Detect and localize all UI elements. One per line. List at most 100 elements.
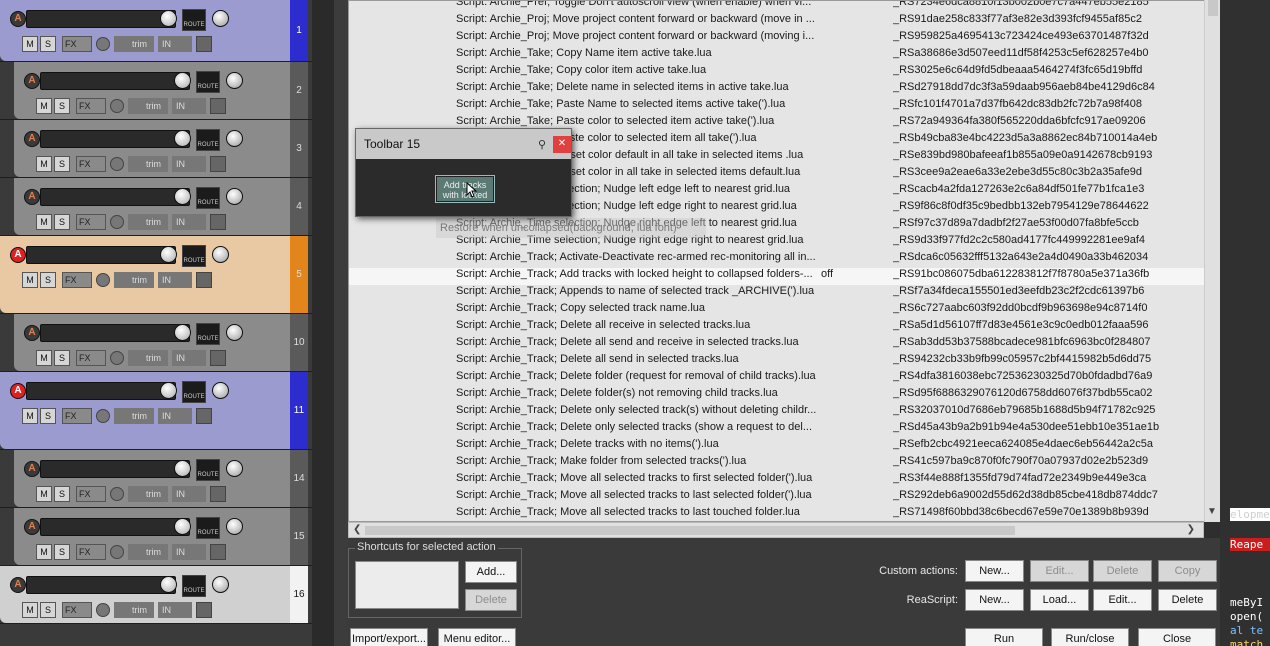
fx-button[interactable]: FX xyxy=(76,544,106,560)
route-button[interactable]: ROUTE xyxy=(182,381,206,403)
mute-button[interactable]: M xyxy=(22,408,38,424)
action-row[interactable]: Script: Archie_Track; Delete all receive… xyxy=(349,319,1205,336)
record-arm-button[interactable]: A xyxy=(24,461,40,477)
envelope-icon[interactable] xyxy=(210,486,226,502)
route-button[interactable]: ROUTE xyxy=(182,245,206,267)
vscroll-thumb[interactable] xyxy=(1208,0,1218,16)
shortcuts-list[interactable] xyxy=(355,561,459,609)
track-2[interactable]: A ROUTE M S FX trim IN 2 xyxy=(0,62,312,120)
track-name-field[interactable] xyxy=(40,324,190,342)
custom-new-button[interactable]: New... xyxy=(965,560,1024,582)
track-name-field[interactable] xyxy=(40,460,190,478)
input-button[interactable]: IN xyxy=(172,350,206,366)
action-row[interactable]: Script: Archie_Track; Add tracks with lo… xyxy=(349,268,1205,285)
menu-editor-button[interactable]: Menu editor... xyxy=(438,628,516,646)
track-10[interactable]: A ROUTE M S FX trim IN 10 xyxy=(0,314,312,372)
track-name-field[interactable] xyxy=(40,130,190,148)
track-1[interactable]: A ROUTE M S FX trim IN 1 xyxy=(0,0,312,62)
shortcut-add-button[interactable]: Add... xyxy=(465,561,517,583)
fx-button[interactable]: FX xyxy=(76,214,106,230)
input-button[interactable]: IN xyxy=(172,486,206,502)
shortcut-delete-button[interactable]: Delete xyxy=(465,589,517,611)
phase-icon[interactable] xyxy=(110,157,124,171)
envelope-icon[interactable] xyxy=(210,214,226,230)
phase-icon[interactable] xyxy=(96,409,110,423)
envelope-icon[interactable] xyxy=(196,408,212,424)
fx-button[interactable]: FX xyxy=(62,602,92,618)
envelope-icon[interactable] xyxy=(210,156,226,172)
add-tracks-locked-button[interactable]: Add tracks with locked xyxy=(435,175,495,203)
trim-button[interactable]: trim xyxy=(128,214,168,230)
solo-button[interactable]: S xyxy=(40,408,56,424)
volume-knob[interactable] xyxy=(160,382,177,399)
route-button[interactable]: ROUTE xyxy=(196,459,220,481)
phase-icon[interactable] xyxy=(110,99,124,113)
action-row[interactable]: Script: Archie_Track; Move all selected … xyxy=(349,506,1205,521)
action-row[interactable]: Script: Archie_Take; Paste Name to selec… xyxy=(349,98,1205,115)
track-15[interactable]: A ROUTE M S FX trim IN 15 xyxy=(0,508,312,566)
volume-knob[interactable] xyxy=(174,188,191,205)
action-row[interactable]: Script: Archie_Track; Move all selected … xyxy=(349,489,1205,506)
solo-button[interactable]: S xyxy=(54,544,70,560)
volume-knob[interactable] xyxy=(160,10,177,27)
volume-knob[interactable] xyxy=(174,460,191,477)
action-row[interactable]: Script: Archie_Track; Delete folder (req… xyxy=(349,370,1205,387)
run-close-button[interactable]: Run/close xyxy=(1051,628,1129,646)
track-3[interactable]: A ROUTE M S FX trim IN 3 xyxy=(0,120,312,178)
mute-button[interactable]: M xyxy=(22,272,38,288)
record-arm-button[interactable]: A xyxy=(10,577,26,593)
track-name-field[interactable] xyxy=(40,72,190,90)
action-row[interactable]: Script: Archie_Track; Delete all send in… xyxy=(349,353,1205,370)
pan-knob[interactable] xyxy=(212,246,229,263)
fx-button[interactable]: FX xyxy=(76,98,106,114)
action-row[interactable]: Script: Archie_Track; Make folder from s… xyxy=(349,455,1205,472)
input-button[interactable]: IN xyxy=(158,602,192,618)
route-button[interactable]: ROUTE xyxy=(182,575,206,597)
pin-icon[interactable]: ⚲ xyxy=(538,138,546,151)
custom-edit-button[interactable]: Edit... xyxy=(1030,560,1089,582)
close-button[interactable]: Close xyxy=(1138,628,1216,646)
track-14[interactable]: A ROUTE M S FX trim IN 14 xyxy=(0,450,312,508)
action-row[interactable]: Script: Archie_Track; Move all selected … xyxy=(349,472,1205,489)
solo-button[interactable]: S xyxy=(54,98,70,114)
solo-button[interactable]: S xyxy=(54,486,70,502)
input-button[interactable]: IN xyxy=(172,214,206,230)
trim-button[interactable]: trim xyxy=(114,272,154,288)
mute-button[interactable]: M xyxy=(36,156,52,172)
action-row[interactable]: Script: Archie_Take; Copy Name item acti… xyxy=(349,47,1205,64)
phase-icon[interactable] xyxy=(110,545,124,559)
route-button[interactable]: ROUTE xyxy=(196,517,220,539)
mute-button[interactable]: M xyxy=(36,486,52,502)
panel-splitter[interactable] xyxy=(334,0,348,646)
volume-knob[interactable] xyxy=(174,72,191,89)
mute-button[interactable]: M xyxy=(22,602,38,618)
phase-icon[interactable] xyxy=(96,37,110,51)
input-button[interactable]: IN xyxy=(158,36,192,52)
action-row[interactable]: Script: Archie_Proj; Move project conten… xyxy=(349,30,1205,47)
pan-knob[interactable] xyxy=(212,382,229,399)
mute-button[interactable]: M xyxy=(36,214,52,230)
pan-knob[interactable] xyxy=(226,324,243,341)
fx-button[interactable]: FX xyxy=(76,486,106,502)
record-arm-button[interactable]: A xyxy=(10,383,26,399)
custom-delete-button[interactable]: Delete xyxy=(1093,560,1152,582)
reascript-delete-button[interactable]: Delete xyxy=(1158,589,1217,611)
envelope-icon[interactable] xyxy=(196,36,212,52)
scroll-left-icon[interactable]: ❮ xyxy=(353,524,361,535)
volume-knob[interactable] xyxy=(160,246,177,263)
solo-button[interactable]: S xyxy=(40,272,56,288)
phase-icon[interactable] xyxy=(110,351,124,365)
input-button[interactable]: IN xyxy=(172,544,206,560)
track-name-field[interactable] xyxy=(40,188,190,206)
scroll-right-icon[interactable]: ❯ xyxy=(1187,524,1195,535)
pan-knob[interactable] xyxy=(212,10,229,27)
route-button[interactable]: ROUTE xyxy=(196,129,220,151)
fx-button[interactable]: FX xyxy=(76,350,106,366)
reascript-load-button[interactable]: Load... xyxy=(1030,589,1089,611)
volume-knob[interactable] xyxy=(160,576,177,593)
action-row[interactable]: Script: Archie_Pref; Toggle Don't autosc… xyxy=(349,1,1205,13)
solo-button[interactable]: S xyxy=(54,214,70,230)
close-icon[interactable]: ✕ xyxy=(553,136,571,153)
action-row[interactable]: Script: Archie_Track; Delete only select… xyxy=(349,421,1205,438)
trim-button[interactable]: trim xyxy=(114,602,154,618)
